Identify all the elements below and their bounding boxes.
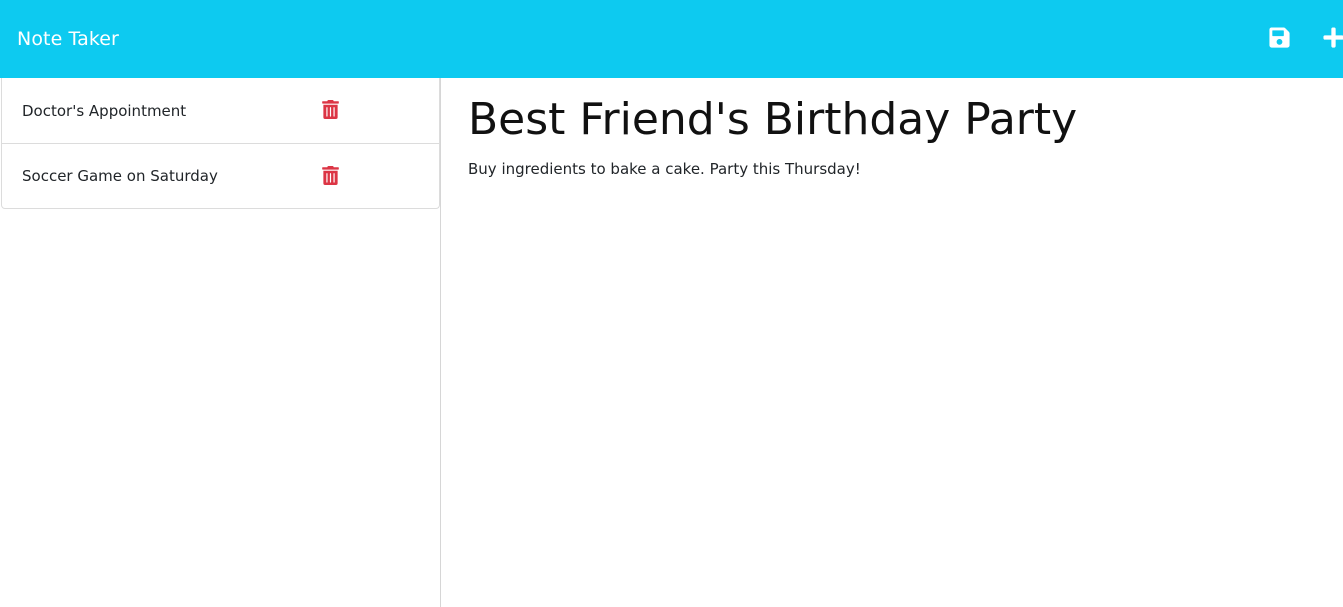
save-icon[interactable] — [1268, 26, 1291, 53]
note-title-input[interactable]: Best Friend's Birthday Party — [468, 94, 1343, 146]
navbar: Note Taker — [0, 0, 1343, 78]
note-editor: Best Friend's Birthday Party Buy ingredi… — [441, 78, 1343, 607]
note-text-area[interactable]: Buy ingredients to bake a cake. Party th… — [468, 160, 1343, 178]
trash-icon[interactable] — [322, 166, 339, 189]
note-list-title[interactable]: Doctor's Appointment — [22, 102, 186, 120]
list-item[interactable]: Soccer Game on Saturday — [2, 143, 439, 208]
notes-sidebar: Doctor's Appointment Soccer Game on Satu… — [0, 78, 441, 607]
plus-icon[interactable] — [1322, 26, 1343, 53]
list-item[interactable]: Doctor's Appointment — [2, 78, 439, 143]
trash-icon[interactable] — [322, 99, 339, 123]
note-list: Doctor's Appointment Soccer Game on Satu… — [1, 78, 440, 209]
app-title[interactable]: Note Taker — [17, 28, 119, 50]
note-list-title[interactable]: Soccer Game on Saturday — [22, 167, 218, 185]
